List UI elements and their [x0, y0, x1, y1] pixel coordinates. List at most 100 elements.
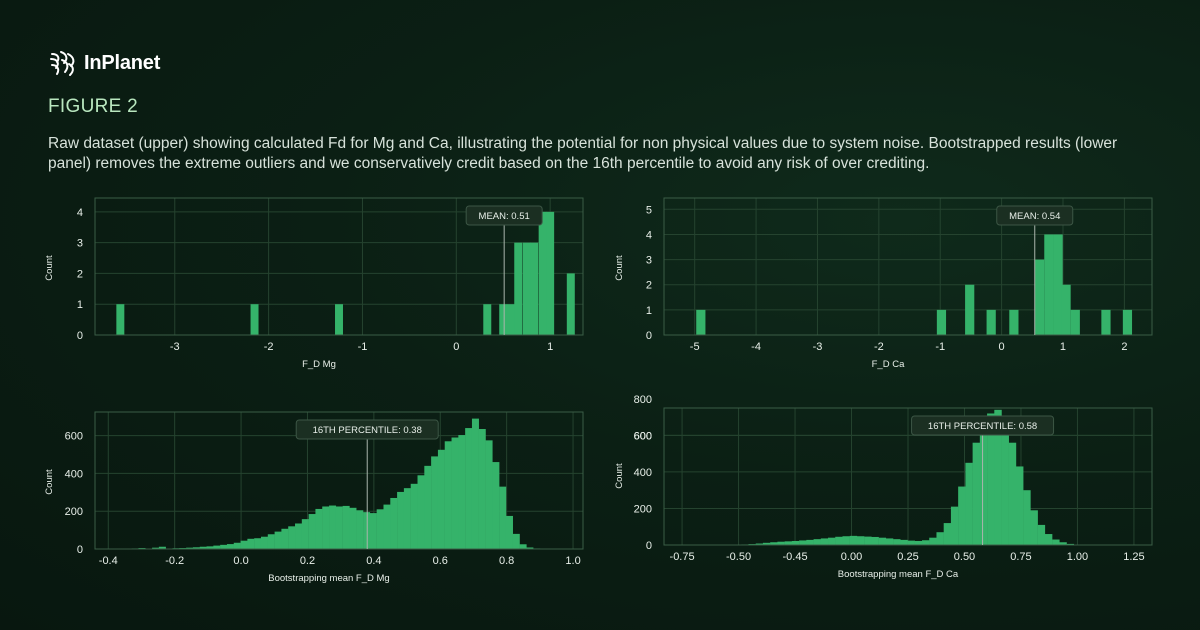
y-tick-label: 1 [77, 299, 83, 311]
histogram-bar [417, 475, 425, 549]
histogram-bar [1008, 442, 1017, 545]
histogram-bar [274, 531, 282, 549]
histogram-bar [295, 523, 303, 549]
histogram-bar [1052, 539, 1060, 545]
histogram-bar [403, 488, 411, 549]
histogram-bar [315, 508, 323, 549]
annotation-label: 16TH PERCENTILE: 0.58 [928, 421, 1037, 432]
histogram-bar [1070, 309, 1080, 335]
x-tick-label: 0 [453, 341, 459, 353]
x-tick-label: 0.4 [366, 555, 381, 567]
x-tick-label: -2 [874, 341, 884, 353]
y-tick-label: 1 [646, 305, 652, 317]
annotation-label: 16TH PERCENTILE: 0.38 [313, 425, 422, 436]
histogram-bar [1001, 420, 1009, 545]
histogram-bar [499, 486, 507, 549]
histogram-bar [1101, 309, 1111, 335]
histogram-bar [958, 486, 966, 545]
histogram-bar [437, 449, 445, 549]
histogram-bar [1009, 309, 1019, 335]
histogram-figure: -3 -2 -1 0 1 0 1 2 3 4 F_D Mg Count MEAN: 0.51 -5 -4 -3… [44, 197, 1153, 584]
histogram-bar [499, 304, 508, 335]
annotation-label: MEAN: 0.54 [1009, 211, 1060, 222]
histogram-bar [471, 418, 479, 549]
chart-raw-ca: -5 -4 -3 -2 -1 0 1 2 0 1 2 3 4 5 F_D Ca Count MEAN: 0.54 [614, 197, 1153, 370]
histogram-bar [267, 534, 275, 549]
histogram-bar [322, 506, 330, 549]
histogram-bar [972, 442, 981, 545]
histogram-bar [530, 242, 539, 335]
chart-raw-mg: -3 -2 -1 0 1 0 1 2 3 4 F_D Mg Count MEAN: 0.51 [44, 197, 584, 370]
histogram-bar [842, 536, 850, 545]
histogram-bar [349, 507, 357, 549]
histogram-bar [1015, 466, 1024, 545]
histogram-bar [369, 513, 377, 549]
histogram-bar [478, 429, 486, 549]
y-axis-title: Count [44, 469, 55, 495]
histogram-bar [849, 535, 858, 545]
histogram-bar [907, 540, 915, 545]
x-tick-label: -0.45 [782, 551, 807, 563]
histogram-bar [566, 273, 575, 335]
x-tick-label: 1.25 [1123, 551, 1144, 563]
y-tick-label: 4 [77, 207, 83, 219]
histogram-bar [1053, 234, 1063, 335]
histogram-bar [871, 536, 879, 545]
y-tick-label: 2 [646, 280, 652, 292]
histogram-bar [820, 538, 829, 545]
x-axis-title: Bootstrapping mean F_D Mg [268, 573, 389, 584]
histogram-bar [1044, 534, 1053, 545]
histogram-bar [1044, 234, 1054, 335]
histogram-bar [247, 538, 255, 549]
histogram-bar [943, 523, 952, 545]
histogram-bar [893, 539, 901, 545]
histogram-bar [458, 435, 466, 549]
histogram-bar [1023, 490, 1031, 545]
x-tick-label: -1 [358, 341, 368, 353]
x-tick-label: -0.50 [726, 551, 751, 563]
histogram-bar [929, 537, 937, 545]
histogram-bar [1037, 524, 1046, 545]
x-tick-label: -3 [813, 341, 823, 353]
y-axis-title: Count [44, 255, 55, 281]
y-tick-label: 600 [65, 431, 83, 443]
histogram-bar [864, 536, 872, 545]
x-tick-label: 1 [1060, 341, 1066, 353]
y-axis-title: Count [614, 255, 625, 281]
x-tick-label: 0.0 [233, 555, 248, 567]
histogram-bar [522, 242, 531, 335]
x-tick-label: 1.00 [1067, 551, 1088, 563]
x-axis-title: F_D Mg [302, 359, 336, 370]
y-tick-label: 0 [77, 330, 83, 342]
histogram-bar [376, 509, 384, 549]
histogram-bar [856, 536, 865, 545]
x-tick-label: 2 [1121, 341, 1127, 353]
histogram-bar [410, 483, 418, 549]
histogram-bar [363, 512, 371, 549]
x-tick-label: 1 [547, 341, 553, 353]
histogram-bar [254, 538, 262, 549]
histogram-bar [250, 304, 259, 335]
histogram-bar [390, 497, 398, 549]
y-tick-label: 3 [646, 255, 652, 267]
histogram-bar [799, 540, 807, 545]
histogram-bar [1061, 284, 1071, 335]
x-tick-label: -2 [264, 341, 274, 353]
histogram-bar [791, 540, 800, 545]
y-tick-label: 200 [65, 506, 83, 518]
x-axis-title: F_D Ca [872, 359, 905, 370]
histogram-bar [301, 519, 309, 549]
histogram-bar [965, 462, 973, 545]
histogram-bar [505, 515, 513, 549]
histogram-bar [465, 428, 473, 549]
histogram-bar [444, 441, 452, 549]
y-tick-label: 800 [634, 394, 652, 406]
histogram-bar [828, 537, 836, 545]
histogram-bar [519, 544, 527, 549]
histogram-bar [900, 539, 908, 545]
histogram-bar [936, 309, 947, 335]
histogram-bar [813, 539, 821, 545]
x-tick-label: -3 [170, 341, 180, 353]
chart-boot-mg: -0.4 -0.2 0.0 0.2 0.4 0.6 0.8 1.0 0 200 400 600 Boot… [44, 411, 584, 584]
x-tick-label: -4 [751, 341, 761, 353]
